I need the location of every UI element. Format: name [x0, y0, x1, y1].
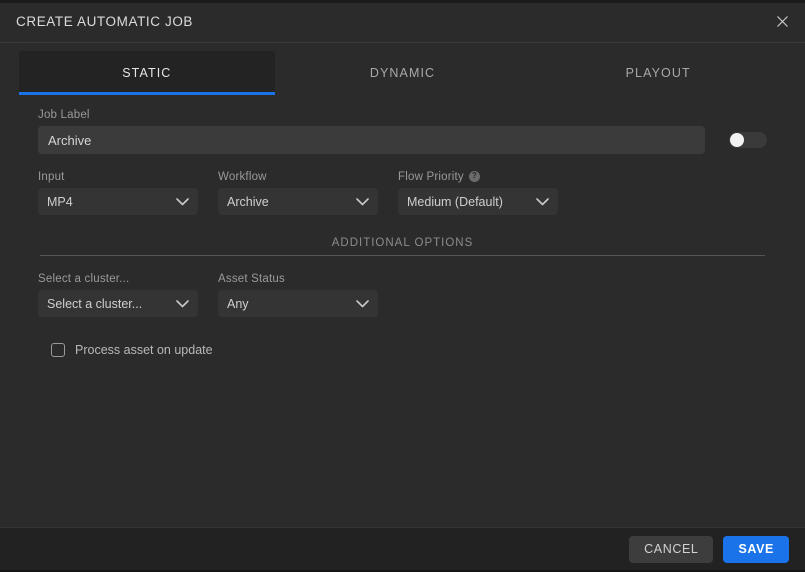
dialog-title: CREATE AUTOMATIC JOB	[16, 13, 194, 29]
job-label-caption: Job Label	[38, 109, 90, 121]
asset-status-field-group: Asset Status Any	[218, 273, 378, 317]
tab-static-label: STATIC	[122, 66, 172, 80]
asset-status-caption: Asset Status	[218, 273, 285, 285]
input-select[interactable]: MP4	[38, 188, 198, 215]
cluster-select[interactable]: Select a cluster...	[38, 290, 198, 317]
close-icon[interactable]	[769, 8, 795, 34]
cluster-caption: Select a cluster...	[38, 273, 130, 285]
create-automatic-job-dialog: CREATE AUTOMATIC JOB STATIC DYNAMIC PLAY…	[0, 0, 805, 572]
chevron-down-icon	[356, 299, 369, 307]
workflow-caption: Workflow	[218, 171, 267, 183]
flow-priority-caption: Flow Priority ?	[398, 170, 558, 183]
additional-select-row: Select a cluster... Select a cluster... …	[38, 273, 767, 317]
chevron-down-icon	[176, 197, 189, 205]
tab-playout-label: PLAYOUT	[625, 66, 691, 80]
process-asset-on-update-row[interactable]: Process asset on update	[51, 343, 213, 357]
additional-options-divider: ADDITIONAL OPTIONS	[38, 237, 767, 256]
dialog-body: Job Label Input MP4 Workflow	[0, 95, 805, 527]
tab-dynamic-label: DYNAMIC	[369, 66, 436, 80]
tab-playout[interactable]: PLAYOUT	[530, 51, 786, 95]
tab-static[interactable]: STATIC	[19, 51, 275, 95]
question-mark-icon[interactable]: ?	[468, 170, 480, 182]
asset-status-select-value: Any	[227, 296, 249, 311]
workflow-select-value: Archive	[227, 194, 269, 209]
flow-priority-select-value: Medium (Default)	[407, 194, 503, 209]
primary-select-row: Input MP4 Workflow Archive Flow Priority…	[38, 170, 767, 215]
chevron-down-icon	[356, 197, 369, 205]
job-label-row: Job Label	[38, 109, 767, 154]
flow-priority-field-group: Flow Priority ? Medium (Default)	[398, 170, 558, 215]
save-button[interactable]: SAVE	[723, 535, 789, 563]
process-asset-checkbox[interactable]	[51, 343, 65, 357]
input-select-value: MP4	[47, 194, 73, 209]
toggle-knob	[730, 133, 744, 147]
cluster-select-value: Select a cluster...	[47, 296, 143, 311]
process-asset-label: Process asset on update	[75, 343, 213, 357]
input-field-group: Input MP4	[38, 171, 198, 215]
window-top-edge	[0, 0, 805, 3]
input-caption: Input	[38, 171, 65, 183]
dialog-header: CREATE AUTOMATIC JOB	[0, 0, 805, 43]
flow-priority-select[interactable]: Medium (Default)	[398, 188, 558, 215]
job-label-field-group: Job Label	[38, 109, 705, 154]
flow-priority-caption-text: Flow Priority	[398, 171, 464, 183]
cluster-field-group: Select a cluster... Select a cluster...	[38, 273, 198, 317]
workflow-select[interactable]: Archive	[218, 188, 378, 215]
chevron-down-icon	[536, 197, 549, 205]
divider-line	[40, 255, 765, 256]
job-label-input[interactable]	[38, 126, 705, 154]
tab-bar: STATIC DYNAMIC PLAYOUT	[0, 43, 805, 95]
additional-options-title: ADDITIONAL OPTIONS	[331, 237, 474, 249]
asset-status-select[interactable]: Any	[218, 290, 378, 317]
workflow-field-group: Workflow Archive	[218, 171, 378, 215]
cancel-button[interactable]: CANCEL	[629, 535, 714, 563]
dialog-footer: CANCEL SAVE	[0, 527, 805, 572]
chevron-down-icon	[176, 299, 189, 307]
tab-dynamic[interactable]: DYNAMIC	[275, 51, 531, 95]
job-enabled-toggle[interactable]	[729, 132, 767, 148]
